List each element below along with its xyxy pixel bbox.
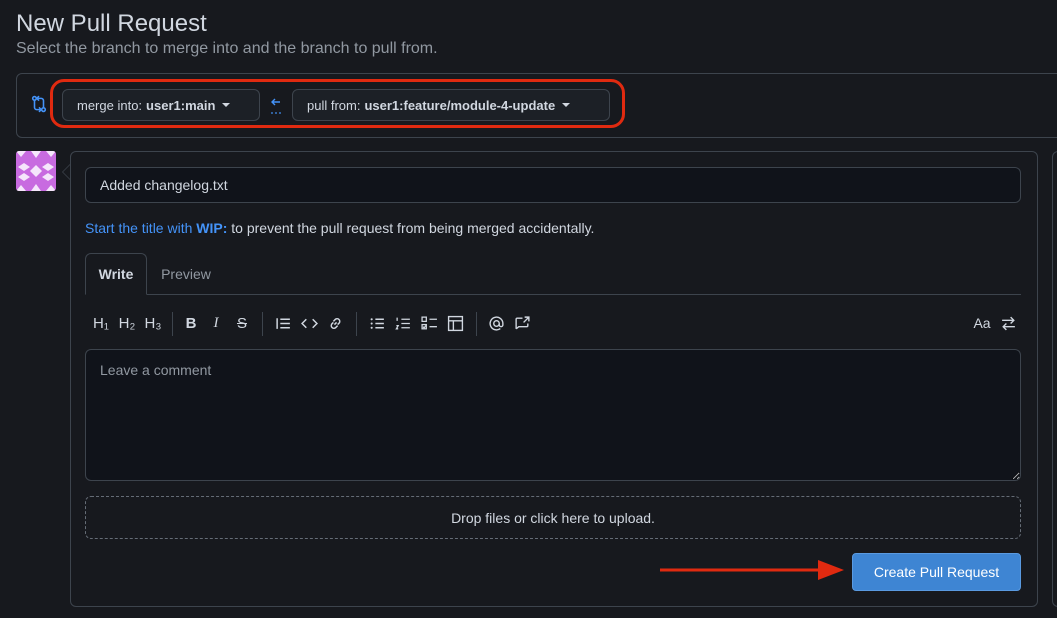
tab-write[interactable]: Write: [85, 253, 147, 295]
create-pull-request-button[interactable]: Create Pull Request: [852, 553, 1021, 591]
head-branch-dropdown[interactable]: pull from: user1:feature/module-4-update: [292, 89, 610, 121]
wip-hint: Start the title with WIP: to prevent the…: [85, 220, 595, 236]
toolbar-divider: [476, 312, 477, 336]
page-subtitle: Select the branch to merge into and the …: [16, 40, 438, 57]
sidebar-panel-edge: [1052, 151, 1057, 607]
toolbar-divider: [262, 312, 263, 336]
pr-title-input[interactable]: [85, 167, 1021, 203]
git-compare-icon: [31, 95, 47, 113]
head-branch-value: user1:feature/module-4-update: [364, 97, 556, 113]
unordered-list-button[interactable]: [367, 310, 387, 336]
task-list-icon: [420, 315, 437, 329]
chevron-down-icon: [562, 103, 571, 107]
text-size-button[interactable]: Aa: [971, 310, 993, 336]
tabs-divider: [85, 294, 1021, 295]
tab-preview[interactable]: Preview: [148, 253, 224, 294]
arrow-switch-icon: [1001, 316, 1015, 330]
arrow-left-icon: [271, 98, 281, 114]
italic-button[interactable]: I: [207, 310, 225, 336]
bold-button[interactable]: B: [182, 310, 200, 336]
markdown-toolbar: H₁ H₂ H₃ B I S Aa: [85, 310, 1021, 336]
base-branch-value: user1:main: [146, 97, 216, 113]
heading1-button[interactable]: H₁: [90, 310, 112, 336]
avatar: [16, 151, 56, 191]
page-title: New Pull Request: [16, 10, 207, 37]
cross-reference-button[interactable]: [512, 310, 532, 336]
code-button[interactable]: [299, 310, 319, 336]
base-branch-prefix: merge into:: [77, 97, 143, 113]
quote-icon: [275, 317, 290, 329]
strikethrough-button[interactable]: S: [233, 310, 251, 336]
task-list-button[interactable]: [419, 310, 439, 336]
annotation-arrow: [660, 560, 844, 580]
toolbar-divider: [172, 312, 173, 336]
unordered-list-icon: [370, 317, 384, 329]
link-button[interactable]: [325, 310, 345, 336]
ordered-list-button[interactable]: [393, 310, 413, 336]
cross-reference-icon: [514, 315, 530, 329]
table-button[interactable]: [445, 310, 465, 336]
link-icon: [330, 317, 340, 329]
chevron-down-icon: [222, 103, 231, 107]
mention-button[interactable]: [486, 310, 506, 336]
heading3-button[interactable]: H₃: [142, 310, 164, 336]
code-icon: [300, 318, 318, 328]
wip-hint-link[interactable]: Start the title with WIP:: [85, 220, 227, 236]
ordered-list-icon: [394, 317, 410, 329]
head-branch-prefix: pull from:: [307, 97, 361, 113]
base-branch-dropdown[interactable]: merge into: user1:main: [62, 89, 260, 121]
comment-textarea[interactable]: [85, 349, 1021, 481]
switch-editor-button[interactable]: [998, 310, 1018, 336]
toolbar-divider: [356, 312, 357, 336]
heading2-button[interactable]: H₂: [116, 310, 138, 336]
quote-button[interactable]: [273, 310, 293, 336]
table-icon: [447, 315, 463, 331]
card-pointer-inner: [63, 165, 70, 179]
file-dropzone[interactable]: Drop files or click here to upload.: [85, 496, 1021, 539]
mention-icon: [488, 315, 504, 331]
